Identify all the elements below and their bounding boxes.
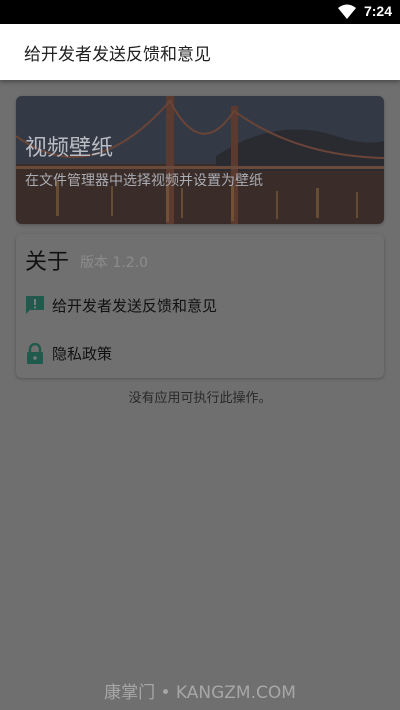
about-title: 关于 <box>25 250 70 275</box>
page-title: 给开发者发送反馈和意见 <box>24 45 211 65</box>
watermark-text: 康掌门 • KANGZM.COM <box>104 683 296 703</box>
wifi-icon <box>338 4 356 23</box>
app-header: 给开发者发送反馈和意见 <box>0 24 400 80</box>
status-bar: 7:24 <box>0 0 400 24</box>
privacy-policy-label: 隐私政策 <box>52 345 113 363</box>
video-wallpaper-title: 视频壁纸 <box>25 136 114 161</box>
lock-icon <box>25 342 45 369</box>
privacy-policy-item[interactable]: 隐私政策 <box>16 333 384 373</box>
feedback-label: 给开发者发送反馈和意见 <box>52 297 218 315</box>
video-wallpaper-subtitle: 在文件管理器中选择视频并设置为壁纸 <box>25 173 263 189</box>
feedback-icon <box>25 295 45 319</box>
status-time: 7:24 <box>363 3 392 19</box>
video-wallpaper-card[interactable]: 视频壁纸 在文件管理器中选择视频并设置为壁纸 <box>16 96 384 224</box>
feedback-item[interactable]: 给开发者发送反馈和意见 <box>16 285 384 325</box>
toast-message: 没有应用可执行此操作。 <box>128 391 272 406</box>
version-label: 版本 1.2.0 <box>80 255 149 271</box>
about-card: 关于 版本 1.2.0 给开发者发送反馈和意见 隐私政策 <box>16 234 384 378</box>
